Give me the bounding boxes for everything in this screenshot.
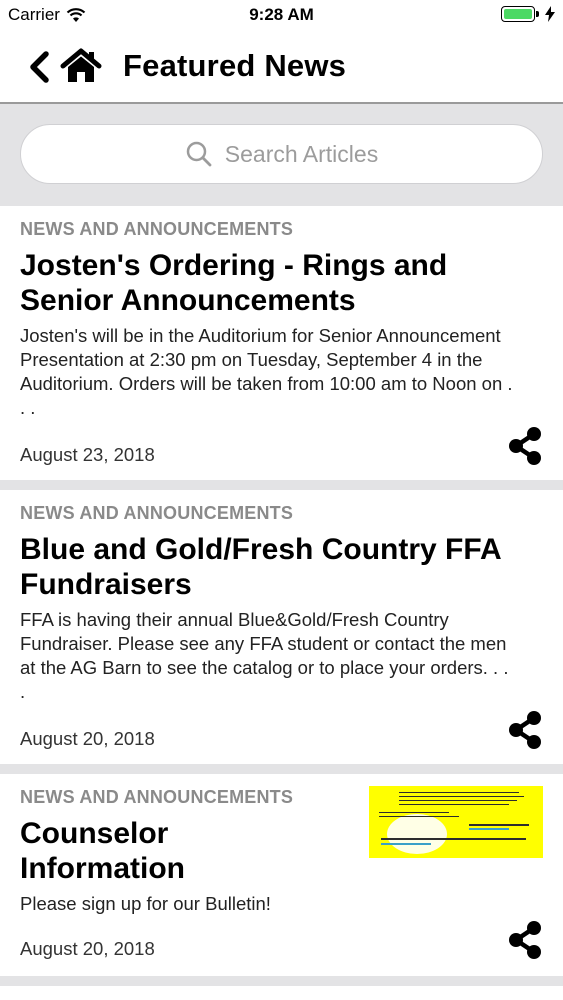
article-title-line: Fundraisers: [20, 568, 192, 601]
article-title-line: Josten's Ordering - Rings and: [20, 249, 448, 282]
page-title: Featured News: [123, 48, 347, 83]
thumbnail-text-line: [469, 824, 529, 826]
thumbnail-text-line: [399, 800, 517, 801]
article-card[interactable]: NEWS AND ANNOUNCEMENTS Counselor Informa…: [0, 774, 563, 976]
thumbnail-text-line: [379, 816, 459, 817]
article-excerpt: Josten's will be in the Auditorium for S…: [20, 324, 513, 420]
battery-icon: [501, 6, 539, 22]
share-icon[interactable]: [507, 426, 543, 466]
article-date: August 20, 2018: [20, 728, 155, 749]
article-excerpt-line: Auditorium. Orders will be taken from 10…: [20, 373, 513, 394]
article-excerpt-line: . .: [20, 397, 36, 418]
thumbnail-text-line: [379, 812, 449, 813]
status-right: [501, 6, 555, 22]
article-category: NEWS AND ANNOUNCEMENTS: [20, 503, 294, 523]
article-card-partial[interactable]: [0, 986, 563, 1000]
thumbnail-blob: [387, 814, 447, 854]
thumbnail-text-line: [381, 843, 431, 845]
article-excerpt: FFA is having their annual Blue&Gold/Fre…: [20, 608, 508, 704]
article-title-line: Information: [20, 852, 185, 885]
thumbnail-text-line: [399, 796, 524, 797]
article-date: August 23, 2018: [20, 444, 155, 465]
thumbnail-text-line: [399, 804, 509, 805]
article-excerpt-line: at the AG Barn to see the catalog or to …: [20, 657, 509, 678]
thumbnail-text-line: [399, 792, 519, 793]
article-title-line: Counselor: [20, 817, 169, 850]
chevron-left-icon[interactable]: [26, 50, 52, 84]
article-title-line: Senior Announcements: [20, 284, 356, 317]
article-excerpt: Please sign up for our Bulletin!: [20, 892, 271, 916]
thumbnail-text-line: [381, 838, 526, 840]
article-category: NEWS AND ANNOUNCEMENTS: [20, 787, 294, 807]
article-excerpt-line: .: [20, 681, 26, 702]
article-excerpt-line: Josten's will be in the Auditorium for S…: [20, 325, 501, 346]
status-time: 9:28 AM: [249, 5, 314, 24]
article-card[interactable]: NEWS AND ANNOUNCEMENTS Josten's Ordering…: [0, 206, 563, 480]
status-bar: Carrier 9:28 AM: [0, 0, 563, 30]
article-title[interactable]: Josten's Ordering - Rings and Senior Ann…: [20, 248, 447, 318]
article-excerpt-line: Fundraiser. Please see any FFA student o…: [20, 633, 507, 654]
battery-fill: [504, 9, 532, 19]
article-excerpt-line: Please sign up for our Bulletin!: [20, 893, 271, 914]
article-date: August 20, 2018: [20, 938, 155, 959]
share-icon[interactable]: [507, 920, 543, 960]
home-icon[interactable]: [60, 48, 102, 84]
share-icon[interactable]: [507, 710, 543, 750]
navigation-bar: Featured News: [0, 30, 563, 104]
article-card[interactable]: NEWS AND ANNOUNCEMENTS Blue and Gold/Fre…: [0, 490, 563, 764]
article-thumbnail[interactable]: [369, 786, 543, 858]
charging-bolt-icon: [545, 6, 555, 22]
article-title[interactable]: Counselor Information: [20, 816, 185, 886]
thumbnail-text-line: [469, 828, 509, 830]
article-title-line: Blue and Gold/Fresh Country FFA: [20, 533, 502, 566]
article-category: NEWS AND ANNOUNCEMENTS: [20, 219, 294, 239]
search-placeholder: Search Articles: [224, 140, 379, 167]
search-input[interactable]: Search Articles: [20, 124, 543, 184]
search-area: Search Articles: [0, 106, 563, 204]
article-excerpt-line: Presentation at 2:30 pm on Tuesday, Sept…: [20, 349, 483, 370]
article-title[interactable]: Blue and Gold/Fresh Country FFA Fundrais…: [20, 532, 502, 602]
article-excerpt-line: FFA is having their annual Blue&Gold/Fre…: [20, 609, 449, 630]
search-icon: [186, 141, 212, 167]
